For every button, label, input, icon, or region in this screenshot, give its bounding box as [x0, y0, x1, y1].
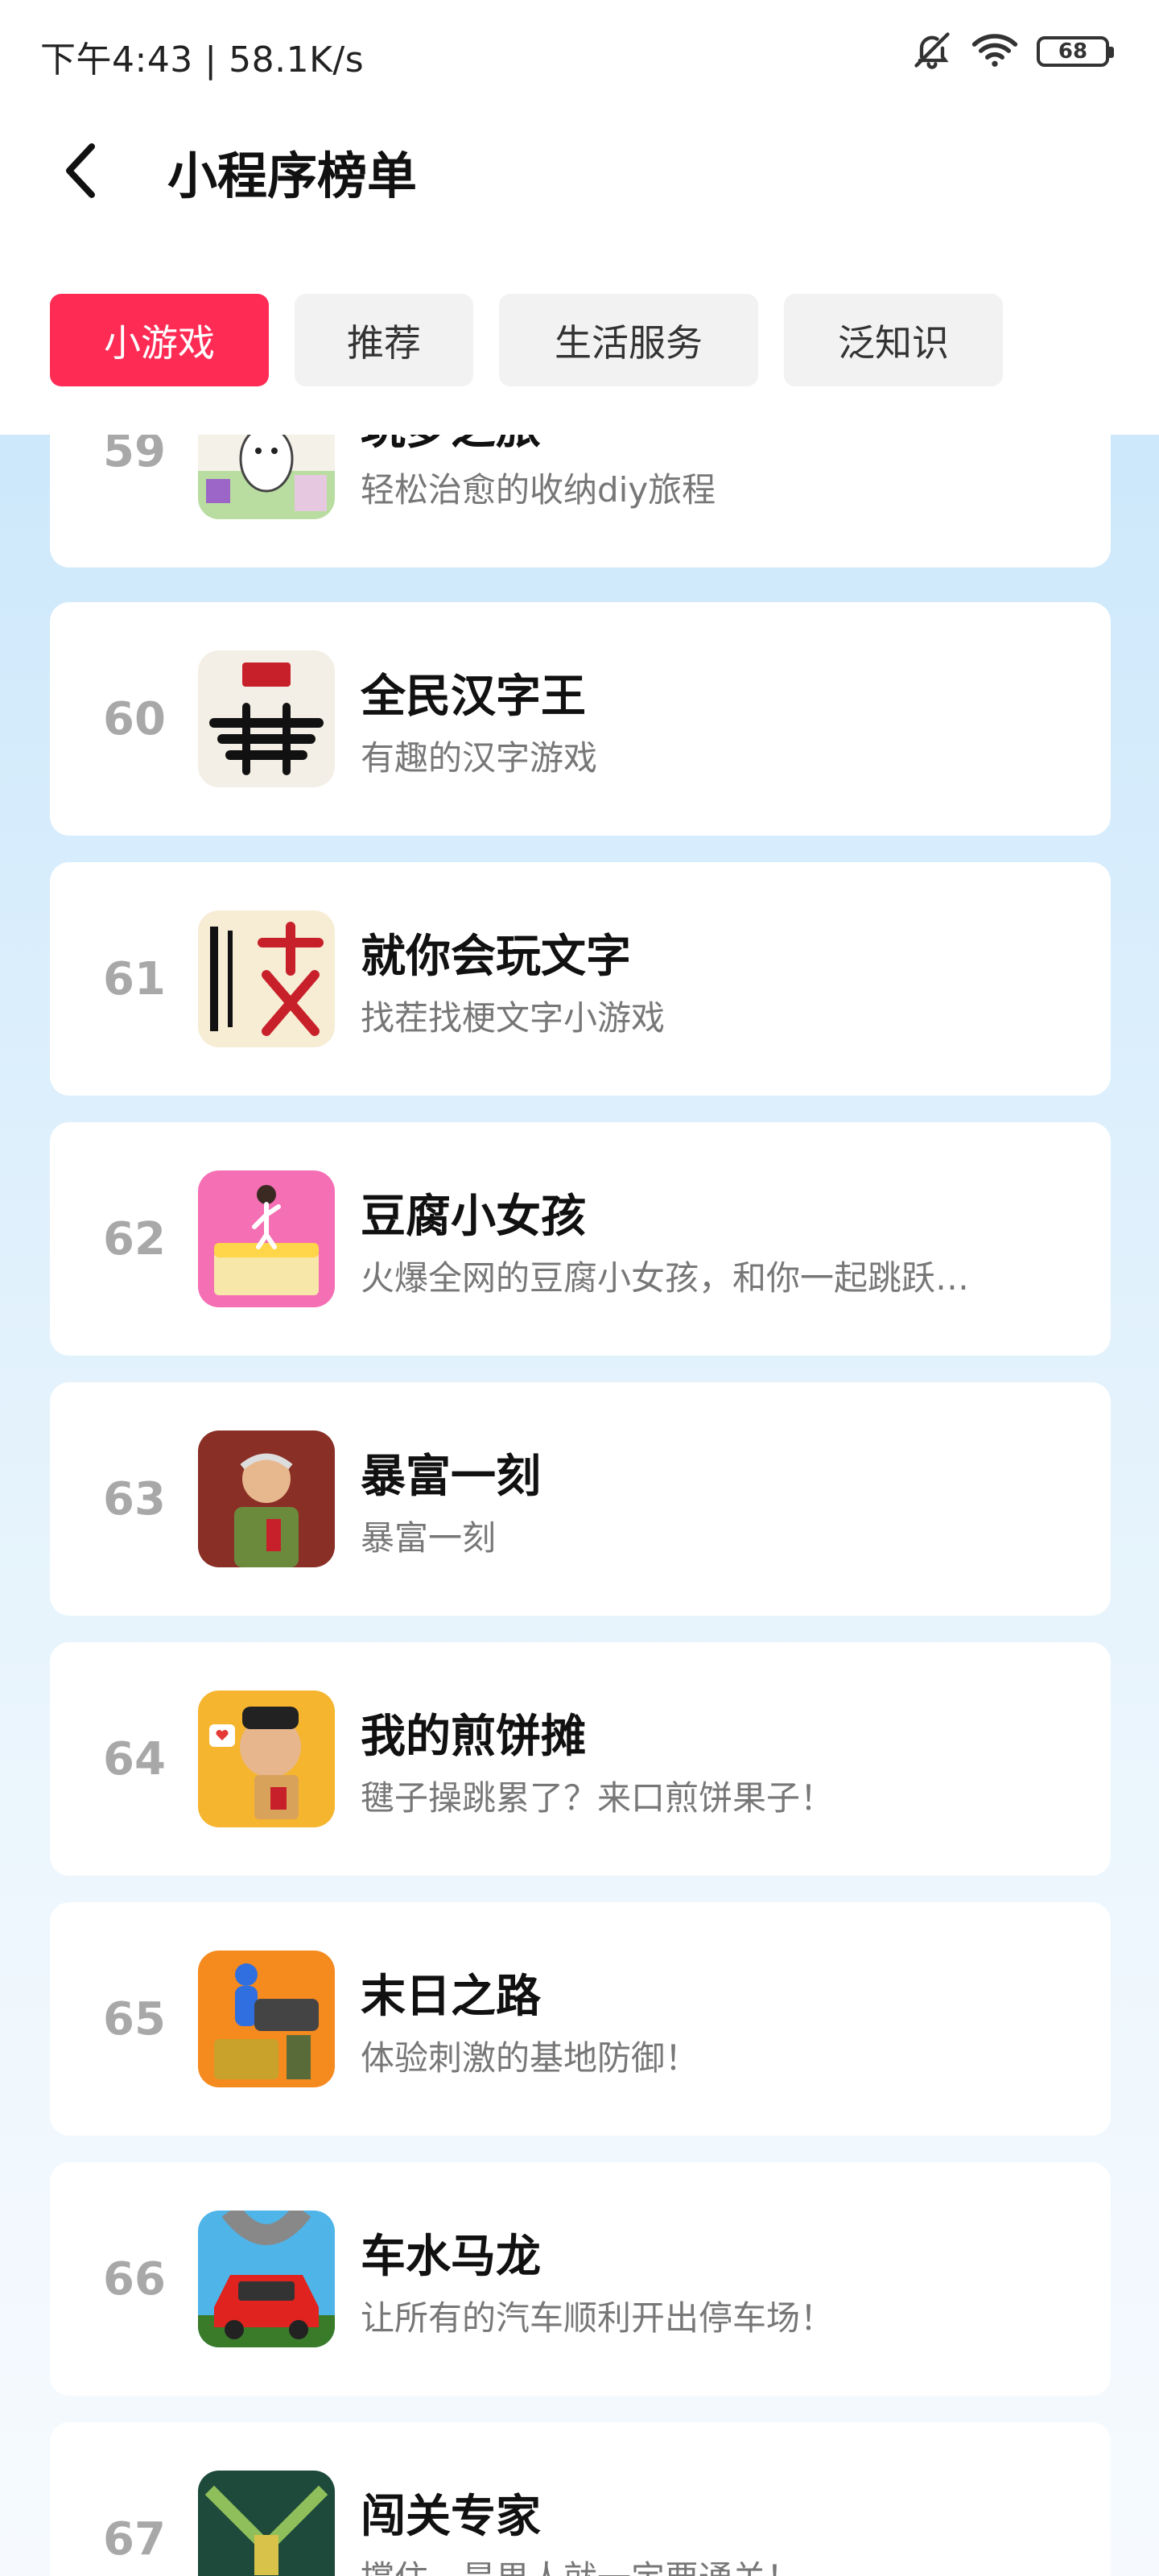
app-name: 暴富一刻 [361, 1451, 541, 1503]
app-description: 体验刺激的基地防御！ [361, 2038, 699, 2078]
tab-label: 生活服务 [555, 320, 703, 365]
app-description: 火爆全网的豆腐小女孩，和你一起跳跃… [361, 1258, 970, 1298]
ranking-list[interactable]: 59 玩梦之旅 轻松治愈的收纳diy旅程 60 全民汉 [0, 435, 1159, 2576]
status-bar: 下午4:43 | 58.1K/s 68 [0, 0, 1159, 105]
red-car-icon [198, 2211, 335, 2347]
rank-number: 61 [103, 952, 166, 1005]
rank-number: 66 [103, 2252, 166, 2306]
battery-icon: 68 [1037, 36, 1114, 67]
app-name: 我的煎饼摊 [361, 1711, 586, 1763]
app-name: 就你会玩文字 [361, 931, 631, 983]
back-button[interactable] [48, 132, 113, 213]
tab-label: 推荐 [347, 320, 421, 365]
tab-label: 泛知识 [838, 320, 949, 365]
list-item[interactable]: 66 车水马龙 让所有的汽车顺利开出停车场！ [50, 2162, 1111, 2396]
tab-mini-games[interactable]: 小游戏 [50, 294, 269, 386]
tab-recommend[interactable]: 推荐 [295, 294, 473, 386]
rank-number: 65 [103, 1992, 166, 2046]
list-item[interactable]: 67 闯关专家 撑住，是男人就一定要通关！ [50, 2422, 1111, 2576]
doomsday-turret-icon [198, 1951, 335, 2087]
list-item[interactable]: 64 我的煎饼摊 毽子操跳累了？来口煎饼果子！ [50, 1642, 1111, 1876]
app-description: 有趣的汉字游戏 [361, 738, 598, 778]
wifi-icon [971, 29, 1019, 74]
rank-number: 59 [103, 435, 166, 477]
header: 小程序榜单 [0, 105, 1159, 274]
category-tabs: 小游戏 推荐 生活服务 泛知识 [0, 274, 1159, 435]
app-description: 让所有的汽车顺利开出停车场！ [361, 2298, 835, 2338]
app-description: 找茬找梗文字小游戏 [361, 998, 666, 1038]
tab-label: 小游戏 [104, 320, 215, 365]
list-item[interactable]: 62 豆腐小女孩 火爆全网的豆腐小女孩，和你一起跳跃… [50, 1122, 1111, 1356]
battery-level: 68 [1058, 39, 1088, 64]
list-item[interactable]: 60 全民汉字王 有趣的汉字游戏 [50, 602, 1111, 836]
list-item[interactable]: 63 暴富一刻 暴富一刻 [50, 1382, 1111, 1616]
app-name: 闯关专家 [361, 2491, 541, 2543]
list-item[interactable]: 59 玩梦之旅 轻松治愈的收纳diy旅程 [50, 435, 1111, 568]
app-description: 暴富一刻 [361, 1518, 497, 1558]
rich-man-icon [198, 1430, 335, 1567]
tab-knowledge[interactable]: 泛知识 [784, 294, 1003, 386]
tab-life-services[interactable]: 生活服务 [499, 294, 758, 386]
rank-number: 60 [103, 692, 166, 745]
app-description: 毽子操跳累了？来口煎饼果子！ [361, 1778, 835, 1818]
cartoon-travel-icon [198, 435, 335, 519]
rank-number: 67 [103, 2512, 166, 2566]
mute-bell-icon [911, 29, 953, 74]
rank-number: 63 [103, 1472, 166, 1525]
app-name: 末日之路 [361, 1971, 541, 2023]
pixel-guns-icon [198, 2471, 335, 2576]
rank-number: 62 [103, 1212, 166, 1265]
status-time-speed: 下午4:43 | 58.1K/s [40, 39, 365, 80]
page-title: 小程序榜单 [167, 147, 418, 205]
app-name: 车水马龙 [361, 2231, 541, 2283]
chevron-left-icon [63, 142, 98, 203]
app-description: 撑住，是男人就一定要通关！ [361, 2551, 1069, 2576]
wenzi-game-icon [198, 910, 335, 1047]
pancake-stall-icon [198, 1690, 335, 1827]
app-name: 豆腐小女孩 [361, 1191, 586, 1243]
list-item[interactable]: 61 就你会玩文字 找茬找梗文字小游戏 [50, 862, 1111, 1096]
list-item[interactable]: 65 末日之路 体验刺激的基地防御！ [50, 1902, 1111, 2136]
rank-number: 64 [103, 1732, 166, 1785]
hanzi-king-icon [198, 650, 335, 787]
app-name: 玩梦之旅 [361, 435, 541, 457]
tofu-girl-icon [198, 1170, 335, 1307]
status-icons: 68 [911, 29, 1114, 74]
app-description: 轻松治愈的收纳diy旅程 [361, 470, 716, 510]
app-name: 全民汉字王 [361, 671, 586, 723]
